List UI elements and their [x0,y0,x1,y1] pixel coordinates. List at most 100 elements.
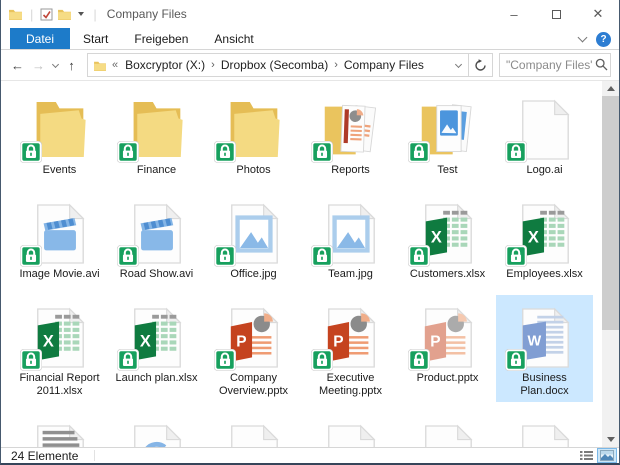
scrollbar-thumb[interactable] [602,96,619,330]
file-item[interactable]: Test [399,87,496,181]
refresh-button[interactable] [469,53,493,77]
file-item[interactable]: PCompany Overview.pptx [205,295,302,402]
file-item[interactable] [496,412,593,447]
details-view-button[interactable] [577,449,595,462]
lock-badge-icon [505,141,527,163]
address-bar[interactable]: « Boxcryptor (X:) › Dropbox (Secomba) › … [87,53,469,77]
minimize-button[interactable]: – [493,0,535,28]
svg-text:X: X [430,229,441,247]
file-item[interactable]: Reports [302,87,399,181]
ribbon-tab-bar: Datei Start Freigeben Ansicht ? [1,28,619,50]
explorer-window: | | Company Files – ✕ Datei Start Freige… [0,0,620,465]
folder-icon [22,91,98,161]
qat-dropdown-icon[interactable] [78,12,84,16]
word-icon: W [507,299,583,369]
breadcrumb-segment-drive[interactable]: Boxcryptor (X:) [120,58,210,72]
file-item[interactable]: Team.jpg [302,191,399,285]
lock-badge-icon [117,141,139,163]
file-item[interactable]: e [302,412,399,447]
file-label: Business Plan.docx [501,372,589,398]
video-icon [119,195,195,265]
file-item[interactable]: PExecutive Meeting.pptx [302,295,399,402]
edge-icon: e [410,416,486,447]
file-item[interactable]: Office.jpg [205,191,302,285]
file-item[interactable]: XFinancial Report 2011.xlsx [11,295,108,402]
edge-icon: e [313,416,389,447]
up-button[interactable]: ↑ [61,58,82,73]
close-button[interactable]: ✕ [577,0,619,28]
scroll-up-icon[interactable] [602,81,619,96]
qat-checkbox-icon[interactable] [40,8,53,21]
lock-badge-icon [311,245,333,267]
file-label: Employees.xlsx [506,268,582,281]
folder-icon [93,60,107,71]
window-controls: – ✕ [493,0,619,28]
powerpoint-light-icon: P [410,299,486,369]
address-dropdown-icon[interactable] [449,54,468,76]
lock-badge-icon [20,349,42,371]
maximize-button[interactable] [535,0,577,28]
lock-badge-icon [20,141,42,163]
file-item[interactable]: Image Movie.avi [11,191,108,285]
svg-text:P: P [430,334,440,351]
breadcrumb-segment-current[interactable]: Company Files [339,58,429,72]
image-icon [216,195,292,265]
qat-folder-icon[interactable] [57,8,72,20]
lock-badge-icon [311,349,333,371]
lock-badge-icon [408,349,430,371]
file-item[interactable]: XEmployees.xlsx [496,191,593,285]
tab-datei[interactable]: Datei [10,28,70,49]
file-label: Events [43,164,77,177]
lock-badge-icon [214,349,236,371]
window-title: Company Files [107,7,187,21]
vertical-scrollbar[interactable] [602,81,619,447]
file-item[interactable]: PProduct.pptx [399,295,496,402]
help-icon[interactable]: ? [596,32,611,47]
bluerect-icon [507,416,583,447]
file-item[interactable]: Events [11,87,108,181]
arcdoc-icon [119,416,195,447]
tab-start[interactable]: Start [70,28,121,49]
file-item[interactable]: XCustomers.xlsx [399,191,496,285]
qat-separator: | [93,7,96,22]
ribbon-expand-chevron-icon[interactable] [578,32,588,42]
search-icon[interactable] [595,58,608,76]
file-item[interactable] [11,412,108,447]
lock-badge-icon [505,245,527,267]
file-label: Test [437,164,457,177]
forward-button[interactable]: → [28,58,49,73]
navigation-bar: ← → ↑ « Boxcryptor (X:) › Dropbox (Secom… [1,50,619,81]
app-folder-icon [8,8,23,20]
breadcrumb-overflow-icon[interactable]: « [110,59,120,71]
file-item[interactable] [205,412,302,447]
file-item[interactable]: XLaunch plan.xlsx [108,295,205,402]
lock-badge-icon [117,349,139,371]
file-label: Photos [236,164,270,177]
file-item[interactable]: Photos [205,87,302,181]
file-item[interactable] [108,412,205,447]
file-item[interactable]: W Business Plan.docx [496,295,593,402]
file-item[interactable]: Finance [108,87,205,181]
file-label: Road Show.avi [120,268,193,281]
lock-badge-icon [20,245,42,267]
file-item[interactable]: Logo.ai [496,87,593,181]
folder-docs-icon [313,91,389,161]
folder-images-icon [410,91,486,161]
file-item[interactable]: Road Show.avi [108,191,205,285]
textdoc-icon [22,416,98,447]
lock-badge-icon [408,245,430,267]
file-item[interactable]: e [399,412,496,447]
excel-icon: X [410,195,486,265]
back-button[interactable]: ← [7,58,28,73]
lock-badge-icon [214,141,236,163]
tab-freigeben[interactable]: Freigeben [121,28,201,49]
thumbnails-view-button[interactable] [598,449,616,462]
file-label: Logo.ai [526,164,562,177]
scroll-down-icon[interactable] [602,432,619,447]
recent-locations-dropdown-icon[interactable] [49,64,61,67]
blank-icon [507,91,583,161]
breadcrumb-segment-dropbox[interactable]: Dropbox (Secomba) [216,58,333,72]
tab-ansicht[interactable]: Ansicht [201,28,266,49]
svg-text:e: e [438,439,457,447]
lock-badge-icon [505,349,527,371]
